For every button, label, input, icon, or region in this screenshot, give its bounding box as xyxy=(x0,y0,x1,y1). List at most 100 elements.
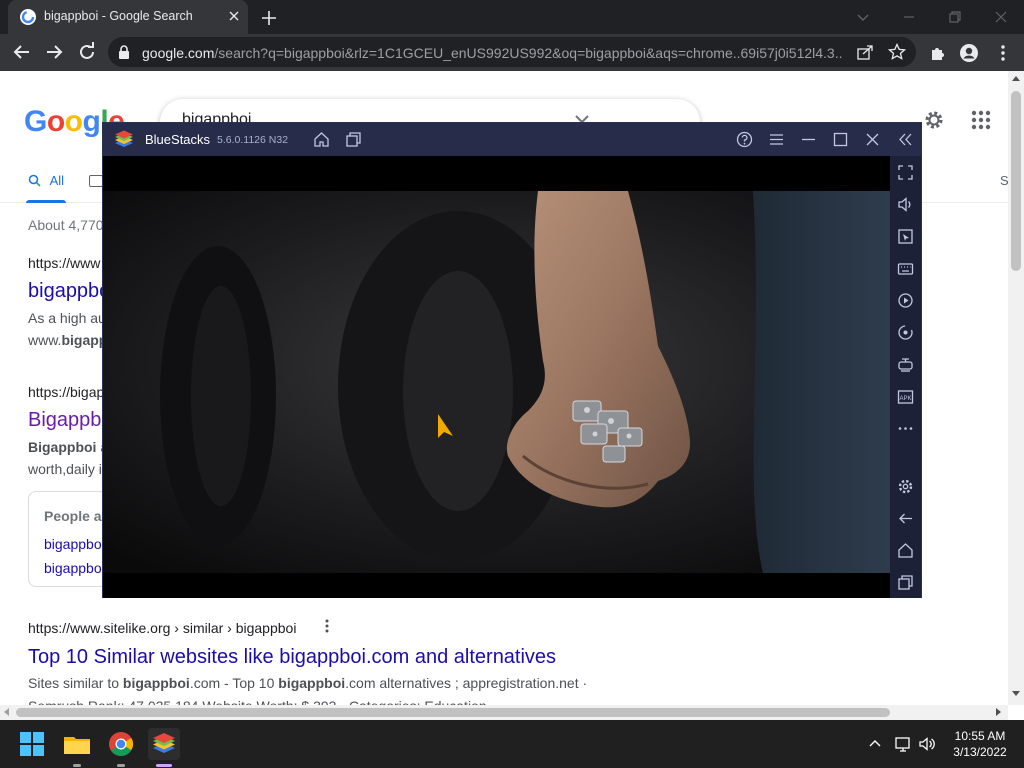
result-3-cite[interactable]: https://www.sitelike.org › similar › big… xyxy=(28,620,296,636)
result-stats: About 4,770 xyxy=(28,217,104,233)
running-indicator xyxy=(73,764,81,767)
more-dots-icon[interactable] xyxy=(897,420,914,437)
snippet-bold: bigapp xyxy=(61,332,108,348)
result-1-cite[interactable]: https://www xyxy=(28,255,100,271)
windows-start-icon[interactable] xyxy=(16,728,48,760)
snippet-text: Sites similar to xyxy=(28,675,123,691)
restore-icon[interactable] xyxy=(944,6,966,28)
tab-all-label: All xyxy=(49,173,65,188)
running-indicator xyxy=(117,764,125,767)
address-bar[interactable]: google.com/search?q=bigappboi&rlz=1C1GCE… xyxy=(108,37,916,67)
bluestacks-taskbar-icon[interactable] xyxy=(148,728,180,760)
sync-icon[interactable] xyxy=(897,324,914,341)
people-also-heading: People al xyxy=(44,508,106,524)
videos-tab-icon[interactable] xyxy=(89,175,103,187)
snippet-text: www. xyxy=(28,332,62,348)
keyboard-icon[interactable] xyxy=(897,260,914,277)
vertical-scroll-thumb[interactable] xyxy=(1011,91,1021,271)
reload-icon[interactable] xyxy=(75,40,99,64)
scroll-left-icon[interactable] xyxy=(4,708,9,716)
result-1-title[interactable]: bigappbo xyxy=(28,280,110,303)
system-clock[interactable]: 10:55 AM 3/13/2022 xyxy=(945,728,1015,760)
install-apk-icon[interactable]: APK xyxy=(897,388,914,405)
game-controls-icon[interactable] xyxy=(897,356,914,373)
url-host: google.com xyxy=(142,45,215,61)
people-also-item[interactable]: bigappbo xyxy=(44,560,102,576)
active-tab-indicator xyxy=(26,200,66,203)
show-hidden-icons-chevron-icon[interactable] xyxy=(866,735,884,753)
home-icon[interactable] xyxy=(313,131,330,148)
horizontal-scroll-thumb[interactable] xyxy=(16,708,890,717)
clock-time: 10:55 AM xyxy=(954,729,1006,743)
chrome-menu-icon[interactable] xyxy=(993,43,1013,63)
minimize-icon[interactable] xyxy=(800,131,817,148)
snippet-text: .com alternatives ; appregistration.net … xyxy=(345,675,588,691)
android-back-icon[interactable] xyxy=(897,510,914,527)
volume-icon[interactable] xyxy=(897,196,914,213)
tab-all[interactable]: All xyxy=(28,173,64,188)
result-1-snippet-2: www.bigapp xyxy=(28,329,107,351)
bookmark-star-icon[interactable] xyxy=(887,42,907,61)
chrome-toolbar: google.com/search?q=bigappboi&rlz=1C1GCE… xyxy=(0,34,1024,71)
lock-icon[interactable] xyxy=(118,45,130,59)
bluestacks-window: BlueStacks 5.6.0.1126 N32 APK xyxy=(102,122,922,598)
scroll-down-icon[interactable] xyxy=(1012,691,1020,696)
result-3-title[interactable]: Top 10 Similar websites like bigappboi.c… xyxy=(28,646,556,669)
tab-title: bigappboi - Google Search xyxy=(44,9,193,23)
browser-tab[interactable]: bigappboi - Google Search xyxy=(8,0,248,34)
back-icon[interactable] xyxy=(10,40,34,64)
more-options-icon[interactable] xyxy=(325,619,329,633)
bluestacks-titlebar[interactable]: BlueStacks 5.6.0.1126 N32 xyxy=(103,123,921,156)
result-3-snippet: Sites similar to bigappboi.com - Top 10 … xyxy=(28,672,587,694)
horizontal-scrollbar[interactable] xyxy=(0,705,1008,720)
result-2-cite[interactable]: https://bigap xyxy=(28,384,104,400)
emulator-screen[interactable] xyxy=(103,156,890,598)
tab-more[interactable]: S xyxy=(1000,173,1008,188)
hamburger-menu-icon[interactable] xyxy=(768,131,785,148)
close-icon[interactable] xyxy=(864,131,881,148)
macro-recorder-icon[interactable] xyxy=(897,292,914,309)
google-favicon-icon xyxy=(20,9,36,25)
close-tab-icon[interactable] xyxy=(226,8,242,24)
file-explorer-icon[interactable] xyxy=(61,728,93,760)
snippet-text: .com - Top 10 xyxy=(189,675,279,691)
maximize-icon[interactable] xyxy=(832,131,849,148)
google-apps-icon[interactable] xyxy=(970,109,992,131)
settings-gear-icon[interactable] xyxy=(922,108,946,132)
network-icon[interactable] xyxy=(894,735,912,753)
tab-search-icon[interactable] xyxy=(852,6,874,28)
scroll-right-icon[interactable] xyxy=(996,708,1001,716)
svg-text:APK: APK xyxy=(899,396,911,402)
bluestacks-title: BlueStacks xyxy=(145,132,211,147)
minimize-icon[interactable] xyxy=(898,6,920,28)
scroll-up-icon[interactable] xyxy=(1012,76,1020,81)
screen-cast-icon[interactable] xyxy=(897,228,914,245)
profile-avatar-icon[interactable] xyxy=(959,43,979,63)
chrome-tab-strip: bigappboi - Google Search xyxy=(0,0,1024,34)
share-icon[interactable] xyxy=(856,43,874,61)
result-3-snippet-2: Semrush Rank: 47,035,184 Website Worth: … xyxy=(28,695,487,705)
settings-icon[interactable] xyxy=(897,478,914,495)
url-text[interactable]: google.com/search?q=bigappboi&rlz=1C1GCE… xyxy=(142,45,842,61)
chrome-taskbar-icon[interactable] xyxy=(105,728,137,760)
collapse-sidebar-icon[interactable] xyxy=(897,131,914,148)
bluestacks-version: 5.6.0.1126 N32 xyxy=(217,134,289,146)
snippet-bold: bigappboi xyxy=(278,675,346,691)
android-home-icon[interactable] xyxy=(897,542,914,559)
bluestacks-logo-icon xyxy=(113,130,135,150)
fullscreen-icon[interactable] xyxy=(897,164,914,181)
taskbar: 10:55 AM 3/13/2022 xyxy=(0,720,1024,768)
new-tab-button[interactable] xyxy=(258,7,280,29)
people-also-item[interactable]: bigappbo xyxy=(44,536,102,552)
help-icon[interactable] xyxy=(736,131,753,148)
result-1-snippet: As a high au xyxy=(28,310,106,326)
multi-instance-icon[interactable] xyxy=(345,131,362,148)
extensions-icon[interactable] xyxy=(928,43,948,63)
forward-icon[interactable] xyxy=(42,40,66,64)
speaker-icon[interactable] xyxy=(918,735,936,753)
result-2-snippet-2: worth,daily i xyxy=(28,461,102,477)
recent-apps-icon[interactable] xyxy=(897,574,914,591)
result-2-title[interactable]: Bigappb xyxy=(28,409,101,432)
vertical-scrollbar[interactable] xyxy=(1008,71,1024,705)
close-window-icon[interactable] xyxy=(990,6,1012,28)
